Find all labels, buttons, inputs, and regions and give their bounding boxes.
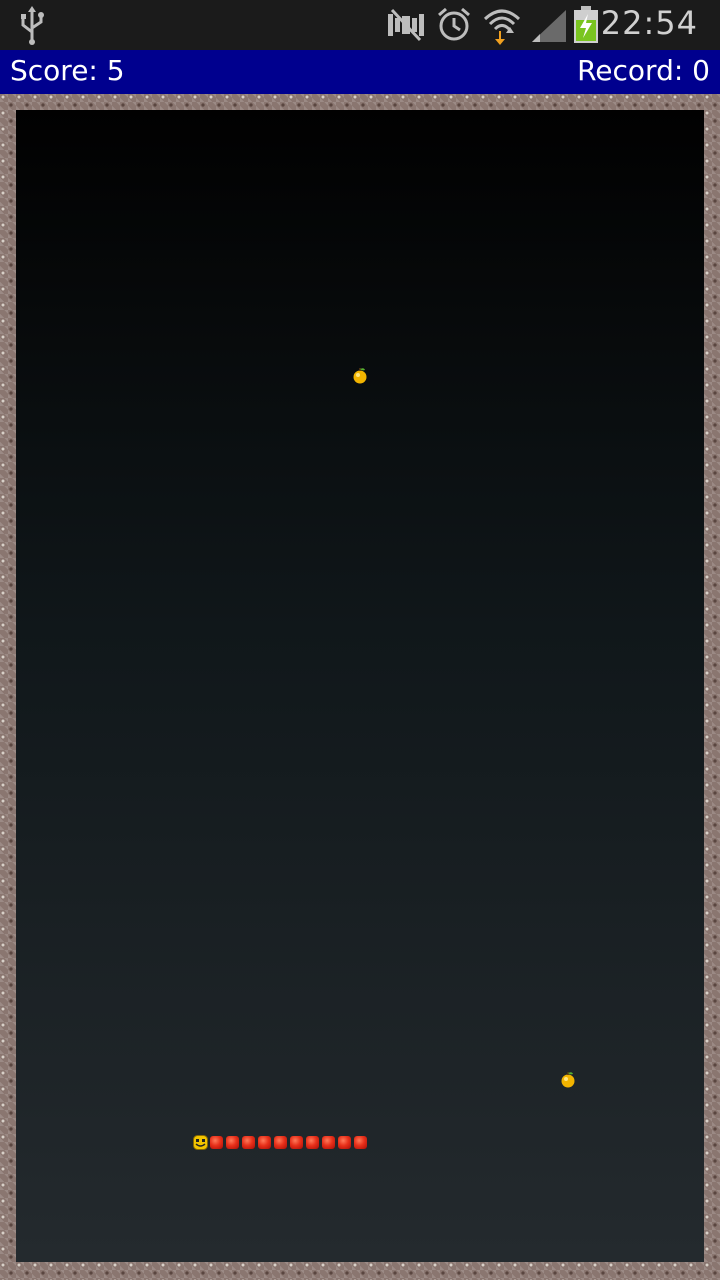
score-bar: Score: 5 Record: 0 (0, 50, 720, 94)
usb-icon (21, 6, 44, 45)
alarm-icon (438, 7, 470, 41)
battery-charging-icon (574, 6, 598, 43)
clock: 22:54 (600, 4, 698, 42)
snake-body-segment (274, 1136, 287, 1149)
snake-body-segment (290, 1136, 303, 1149)
apple-icon (353, 368, 367, 384)
status-bar: 22:54 (0, 0, 720, 50)
snake-body-segment (242, 1136, 255, 1149)
game-playfield[interactable] (16, 110, 704, 1262)
snake-body-segment (338, 1136, 351, 1149)
snake-body-segment (354, 1136, 367, 1149)
signal-icon (532, 10, 566, 42)
snake-head-icon (193, 1135, 208, 1150)
snake-body-segment (322, 1136, 335, 1149)
wifi-icon (483, 9, 521, 45)
snake-body-segment (258, 1136, 271, 1149)
record-label: Record: 0 (577, 54, 710, 87)
mute-icon (388, 8, 424, 42)
snake-body-segment (306, 1136, 319, 1149)
snake-body-segment (226, 1136, 239, 1149)
apple-icon (561, 1072, 575, 1088)
snake-body-segment (210, 1136, 223, 1149)
score-label: Score: 5 (10, 54, 125, 87)
